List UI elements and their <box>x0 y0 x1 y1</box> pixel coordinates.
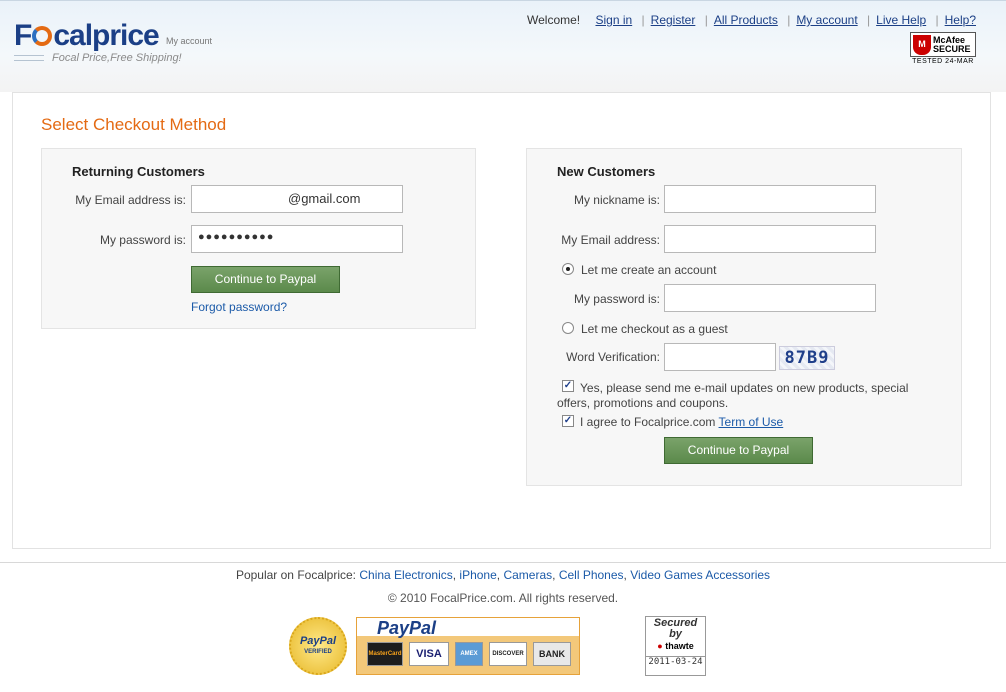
page-title: Select Checkout Method <box>41 115 227 134</box>
popular-link-cameras[interactable]: Cameras <box>503 568 552 582</box>
popular-link-iphone[interactable]: iPhone <box>459 568 496 582</box>
mcafee-shield-icon: M <box>913 34 931 55</box>
popular-link-china-electronics[interactable]: China Electronics <box>359 568 452 582</box>
agree-text: I agree to Focalprice.com <box>580 415 716 429</box>
paypal-verified-label: VERIFIED <box>304 649 332 655</box>
new-continue-paypal-button[interactable]: Continue to Paypal <box>664 437 813 464</box>
focalprice-logo[interactable]: Fcalprice <box>14 19 160 53</box>
tagline: Focal Price,Free Shipping! <box>52 52 182 64</box>
returning-continue-paypal-button[interactable]: Continue to Paypal <box>191 266 340 293</box>
paypal-verified-brand: PayPal <box>299 635 337 647</box>
nav-separator: | <box>867 13 871 27</box>
paypal-cards-badge[interactable]: PayPal MasterCard VISA AMEX DISCOVER BAN… <box>356 617 580 675</box>
captcha-image: 87B9 <box>779 346 835 370</box>
password-label: My password is: <box>99 233 186 247</box>
live-help-link[interactable]: Live Help <box>876 13 926 27</box>
agree-terms-checkbox[interactable]: ✓ <box>562 415 574 427</box>
popular-link-cell-phones[interactable]: Cell Phones <box>559 568 624 582</box>
top-nav: Welcome! Sign in | Register | All Products… <box>527 13 976 27</box>
email-label: My Email address is: <box>75 193 186 207</box>
popular-link-video-games[interactable]: Video Games Accessories <box>630 568 770 582</box>
mcafee-text: McAfee SECURE <box>933 35 971 54</box>
nav-separator: | <box>787 13 791 27</box>
footer-divider <box>0 562 1006 563</box>
site-header: Fcalprice My account Focal Price,Free Sh… <box>0 0 1006 92</box>
popular-prefix: Popular on Focalprice: <box>235 568 357 582</box>
logo-o-icon <box>32 26 53 46</box>
mcafee-secure-label: SECURE <box>933 43 971 54</box>
new-heading: New Customers <box>557 164 656 179</box>
returning-customers-panel: Returning Customers My Email address is:… <box>41 148 476 329</box>
nickname-label: My nickname is: <box>573 193 660 207</box>
returning-email-input[interactable]: @gmail.com <box>191 185 403 213</box>
nav-separator: | <box>641 13 645 27</box>
terms-of-use-link[interactable]: Term of Use <box>719 415 784 429</box>
help-link[interactable]: Help? <box>945 13 976 27</box>
visa-icon: VISA <box>409 642 449 666</box>
paypal-verified-badge[interactable]: PayPal VERIFIED <box>289 617 347 675</box>
nav-separator: | <box>704 13 708 27</box>
new-password-label: My password is: <box>573 292 660 306</box>
returning-password-input[interactable]: ●●●●●●●●●● <box>191 225 403 253</box>
word-verification-label: Word Verification: <box>566 350 660 364</box>
all-products-link[interactable]: All Products <box>714 13 778 27</box>
word-verification-input[interactable] <box>664 343 776 371</box>
thawte-brand: ● thawte <box>657 641 694 651</box>
sign-in-link[interactable]: Sign in <box>595 13 632 27</box>
my-account-link[interactable]: My account <box>796 13 857 27</box>
mastercard-icon: MasterCard <box>367 642 403 666</box>
mcafee-box: M McAfee SECURE <box>910 32 976 57</box>
logo-text-start: F <box>14 19 32 52</box>
create-account-radio[interactable] <box>562 263 574 275</box>
email-updates-checkbox[interactable]: ✓ <box>562 380 574 392</box>
copyright: © 2010 FocalPrice.com. All rights reserv… <box>387 591 619 605</box>
logo-subtitle: My account <box>166 36 213 46</box>
email-updates-label-line1: Yes, please send me e-mail updates on ne… <box>580 381 909 395</box>
bank-icon: BANK <box>533 642 571 666</box>
new-customers-panel: New Customers My nickname is: My Email a… <box>526 148 962 486</box>
thawte-date: 2011-03-24 <box>646 656 705 667</box>
email-updates-label-line2: offers, promotions and coupons. <box>557 396 729 410</box>
tagline-lines-icon <box>14 55 44 61</box>
create-account-label: Let me create an account <box>581 263 717 277</box>
checkout-container: Select Checkout Method Returning Custome… <box>12 92 991 549</box>
forgot-password-link[interactable]: Forgot password? <box>191 300 287 314</box>
popular-links: Popular on Focalprice: China Electronics… <box>235 568 771 582</box>
guest-checkout-label: Let me checkout as a guest <box>581 322 728 336</box>
welcome-text: Welcome! <box>527 13 581 27</box>
thawte-by: by <box>669 628 682 640</box>
amex-icon: AMEX <box>455 642 483 666</box>
thawte-secured-badge[interactable]: Secured by ● thawte 2011-03-24 <box>645 616 706 676</box>
nickname-input[interactable] <box>664 185 876 213</box>
paypal-title: PayPal <box>377 618 437 638</box>
logo-text-end: calprice <box>53 19 159 52</box>
nav-separator: | <box>935 13 939 27</box>
guest-checkout-radio[interactable] <box>562 322 574 334</box>
mcafee-secure-badge[interactable]: M McAfee SECURE TESTED 24-MAR <box>910 32 976 70</box>
register-link[interactable]: Register <box>651 13 696 27</box>
new-password-input[interactable] <box>664 284 876 312</box>
returning-heading: Returning Customers <box>72 164 205 179</box>
new-email-label: My Email address: <box>561 233 660 247</box>
agree-terms-label: I agree to Focalprice.com Term of Use <box>580 415 783 429</box>
new-email-input[interactable] <box>664 225 876 253</box>
mcafee-tested-date: TESTED 24-MAR <box>912 58 974 65</box>
thawte-brand-text: thawte <box>665 641 694 651</box>
discover-icon: DISCOVER <box>489 642 527 666</box>
